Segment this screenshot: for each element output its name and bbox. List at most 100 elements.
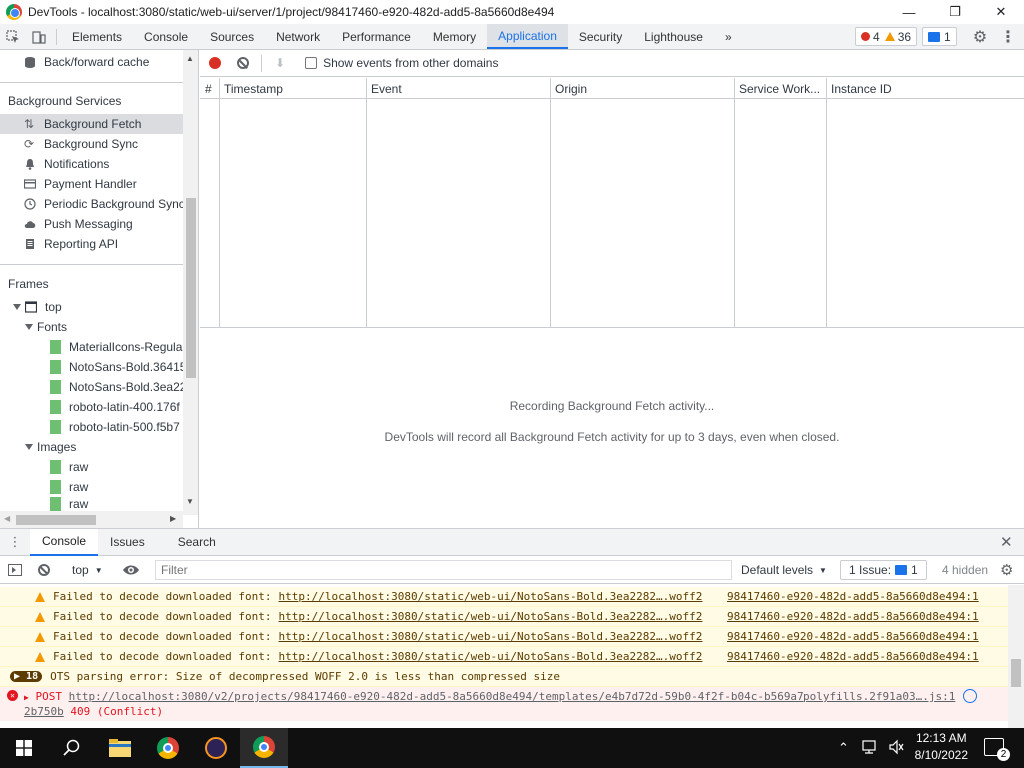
message-source-link[interactable]: polyfills.2f91a03….js:1 xyxy=(803,690,955,703)
show-other-domains-checkbox[interactable] xyxy=(305,57,318,69)
chrome-taskbar-icon[interactable] xyxy=(144,728,192,768)
console-scrollbar[interactable] xyxy=(1008,585,1024,729)
search-icon[interactable] xyxy=(48,728,96,768)
tree-item-font[interactable]: roboto-latin-500.f5b7 xyxy=(0,417,183,437)
drawer-tab-issues[interactable]: Issues xyxy=(98,529,157,556)
inspect-element-icon[interactable] xyxy=(0,24,26,49)
console-error-message[interactable]: ✕ ▶ POST http://localhost:3080/v2/projec… xyxy=(0,687,1008,721)
system-clock[interactable]: 12:13 AM 8/10/2022 xyxy=(915,730,968,764)
request-url-continuation[interactable]: 2b750b xyxy=(24,705,64,718)
live-expression-eye-icon[interactable] xyxy=(122,563,140,580)
windows-start-icon[interactable] xyxy=(0,728,48,768)
message-url-link[interactable]: http://localhost:3080/static/web-ui/Noto… xyxy=(279,650,703,663)
sidebar-item-periodic-background-sync[interactable]: Periodic Background Sync xyxy=(0,194,183,214)
sidebar-item-background-fetch[interactable]: ⇅ Background Fetch xyxy=(0,114,183,134)
tree-item-font[interactable]: NotoSans-Bold.3ea22 xyxy=(0,377,183,397)
more-tabs-button[interactable]: » xyxy=(714,24,743,49)
sidebar-item-payment-handler[interactable]: Payment Handler xyxy=(0,174,183,194)
message-url-link[interactable]: http://localhost:3080/static/web-ui/Noto… xyxy=(279,590,703,603)
tab-console[interactable]: Console xyxy=(133,24,199,49)
more-options-icon[interactable]: ⋮ xyxy=(998,27,1018,47)
expand-triangle-icon[interactable] xyxy=(13,304,21,310)
tree-item-image[interactable]: raw xyxy=(0,477,183,497)
file-explorer-icon[interactable] xyxy=(96,728,144,768)
console-warning-message[interactable]: Failed to decode downloaded font: http:/… xyxy=(0,647,1008,667)
console-warning-message[interactable]: Failed to decode downloaded font: http:/… xyxy=(0,607,1008,627)
console-scrollbar-thumb[interactable] xyxy=(1011,659,1021,687)
tab-performance[interactable]: Performance xyxy=(331,24,422,49)
tab-lighthouse[interactable]: Lighthouse xyxy=(633,24,714,49)
drawer-tab-search[interactable]: Search xyxy=(157,529,228,556)
message-url-link[interactable]: http://localhost:3080/static/web-ui/Noto… xyxy=(279,630,703,643)
sidebar-horizontal-scrollbar-thumb[interactable] xyxy=(16,515,96,525)
tab-security[interactable]: Security xyxy=(568,24,633,49)
chevron-up-icon[interactable]: ⌃ xyxy=(838,740,849,756)
scroll-up-arrow-icon[interactable]: ▲ xyxy=(186,54,194,63)
drawer-menu-icon[interactable]: ⋮ xyxy=(0,530,30,555)
tree-item-font[interactable]: roboto-latin-400.176f xyxy=(0,397,183,417)
minimize-button[interactable]: — xyxy=(886,0,932,24)
sidebar-scrollbar-thumb[interactable] xyxy=(186,198,196,378)
message-url-link[interactable]: http://localhost:3080/static/web-ui/Noto… xyxy=(279,610,703,623)
tree-item-images[interactable]: Images xyxy=(0,437,183,457)
scroll-right-arrow-icon[interactable]: ▶ xyxy=(170,514,176,523)
expand-triangle-icon[interactable]: ▶ xyxy=(24,693,29,702)
column-header-index[interactable]: # xyxy=(205,82,212,96)
message-source-link[interactable]: 98417460-e920-482d-add5-8a5660d8e494:1 xyxy=(727,610,979,623)
clear-button[interactable] xyxy=(237,57,249,69)
column-header-service-worker[interactable]: Service Work... xyxy=(739,82,820,96)
column-header-timestamp[interactable]: Timestamp xyxy=(224,82,283,96)
record-button[interactable] xyxy=(209,57,221,69)
close-drawer-icon[interactable]: ✕ xyxy=(1000,533,1013,551)
expand-triangle-icon[interactable] xyxy=(25,444,33,450)
log-levels-dropdown[interactable]: Default levels ▼ xyxy=(741,563,827,577)
scroll-left-arrow-icon[interactable]: ◀ xyxy=(4,514,10,523)
tree-item-image[interactable]: raw xyxy=(0,457,183,477)
messages-counter[interactable]: 1 xyxy=(922,27,957,46)
sidebar-item-push-messaging[interactable]: Push Messaging xyxy=(0,214,183,234)
clear-console-icon[interactable] xyxy=(38,564,50,576)
eclipse-taskbar-icon[interactable] xyxy=(192,728,240,768)
settings-gear-icon[interactable]: ⚙ xyxy=(970,27,990,47)
sidebar-item-notifications[interactable]: Notifications xyxy=(0,154,183,174)
context-selector[interactable]: top ▼ xyxy=(72,563,103,577)
expand-triangle-icon[interactable] xyxy=(25,324,33,330)
volume-icon[interactable] xyxy=(888,739,904,758)
tab-sources[interactable]: Sources xyxy=(199,24,265,49)
action-center-icon[interactable]: 2 xyxy=(984,738,1010,761)
message-source-link[interactable]: 98417460-e920-482d-add5-8a5660d8e494:1 xyxy=(727,630,979,643)
column-header-origin[interactable]: Origin xyxy=(555,82,587,96)
show-sidebar-icon[interactable] xyxy=(8,564,22,576)
chrome-devtools-taskbar-icon[interactable] xyxy=(240,728,288,768)
tab-application[interactable]: Application xyxy=(487,24,568,49)
tab-network[interactable]: Network xyxy=(265,24,331,49)
sidebar-item-background-sync[interactable]: ⟳ Background Sync xyxy=(0,134,183,154)
network-icon[interactable] xyxy=(862,739,878,758)
restore-button[interactable]: ❐ xyxy=(932,0,978,24)
network-request-icon[interactable] xyxy=(963,689,977,703)
drawer-tab-console[interactable]: Console xyxy=(30,528,99,556)
message-source-link[interactable]: 98417460-e920-482d-add5-8a5660d8e494:1 xyxy=(727,650,979,663)
sidebar-item-reporting-api[interactable]: Reporting API xyxy=(0,234,183,254)
console-filter-input[interactable]: Filter xyxy=(155,560,732,580)
download-icon[interactable]: ⬇ xyxy=(275,56,285,70)
console-settings-gear-icon[interactable]: ⚙ xyxy=(1000,561,1013,579)
console-warning-message[interactable]: Failed to decode downloaded font: http:/… xyxy=(0,627,1008,647)
error-warning-counter[interactable]: 4 36 xyxy=(855,27,918,46)
issues-counter-button[interactable]: 1 Issue: 1 xyxy=(840,560,927,580)
close-window-button[interactable]: ✕ xyxy=(978,0,1024,24)
sidebar-item-bfcache[interactable]: Back/forward cache xyxy=(0,52,183,72)
tree-item-font[interactable]: NotoSans-Bold.36415 xyxy=(0,357,183,377)
tree-item-font[interactable]: MaterialIcons-Regular xyxy=(0,337,183,357)
scroll-down-arrow-icon[interactable]: ▼ xyxy=(186,497,194,506)
device-toolbar-icon[interactable] xyxy=(26,24,52,49)
column-header-instance-id[interactable]: Instance ID xyxy=(831,82,892,96)
tree-item-fonts[interactable]: Fonts xyxy=(0,317,183,337)
console-grouped-warning-message[interactable]: ▶ 18 OTS parsing error: Size of decompre… xyxy=(0,667,1008,687)
tree-item-image[interactable]: raw xyxy=(0,497,183,511)
request-url-link[interactable]: http://localhost:3080/v2/projects/984174… xyxy=(69,690,804,703)
tab-elements[interactable]: Elements xyxy=(61,24,133,49)
console-warning-message[interactable]: Failed to decode downloaded font: http:/… xyxy=(0,587,1008,607)
column-header-event[interactable]: Event xyxy=(371,82,402,96)
message-source-link[interactable]: 98417460-e920-482d-add5-8a5660d8e494:1 xyxy=(727,590,979,603)
